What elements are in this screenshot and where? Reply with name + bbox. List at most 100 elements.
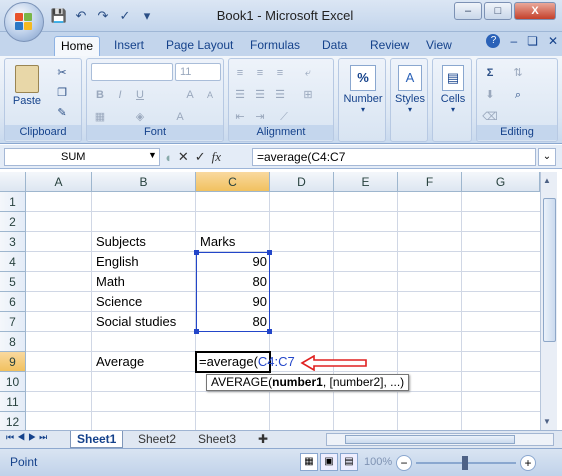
scroll-thumb[interactable] bbox=[543, 198, 556, 342]
cell-b4[interactable]: English bbox=[96, 252, 139, 272]
page-break-view-icon[interactable]: ▤ bbox=[340, 453, 358, 471]
insert-function-icon[interactable]: fx bbox=[212, 149, 221, 165]
row-header-6[interactable]: 6 bbox=[0, 292, 26, 312]
tab-view[interactable]: View bbox=[420, 36, 458, 56]
row-header-3[interactable]: 3 bbox=[0, 232, 26, 252]
row-header-5[interactable]: 5 bbox=[0, 272, 26, 292]
range-handle[interactable] bbox=[194, 250, 199, 255]
spelling-icon[interactable]: ✓ bbox=[116, 7, 134, 25]
cut-icon[interactable]: ✂ bbox=[53, 63, 71, 81]
merge-center-icon[interactable]: ⊞ bbox=[299, 85, 317, 103]
range-handle[interactable] bbox=[194, 329, 199, 334]
sheet-tab-3[interactable]: Sheet3 bbox=[192, 431, 242, 448]
normal-view-icon[interactable]: ▦ bbox=[300, 453, 318, 471]
align-bottom-icon[interactable]: ≡ bbox=[271, 63, 289, 81]
tab-review[interactable]: Review bbox=[364, 36, 415, 56]
clear-icon[interactable]: ⌫ bbox=[481, 107, 499, 125]
minimize-button[interactable]: – bbox=[454, 2, 482, 20]
row-header-1[interactable]: 1 bbox=[0, 192, 26, 212]
redo-icon[interactable]: ↷ bbox=[94, 7, 112, 25]
range-handle[interactable] bbox=[267, 250, 272, 255]
ribbon-close-icon[interactable]: ✕ bbox=[548, 34, 558, 48]
office-button[interactable] bbox=[4, 2, 44, 42]
shrink-font-icon[interactable]: A bbox=[201, 85, 219, 103]
cell-c9-editor[interactable]: =average(C4:C7 bbox=[199, 352, 295, 372]
col-header-f[interactable]: F bbox=[398, 172, 462, 192]
row-header-2[interactable]: 2 bbox=[0, 212, 26, 232]
cell-b6[interactable]: Science bbox=[96, 292, 142, 312]
tab-home[interactable]: Home bbox=[54, 36, 101, 56]
fill-color-icon[interactable]: ◈ bbox=[131, 107, 149, 125]
font-size-select[interactable]: 11 bbox=[175, 63, 221, 81]
increase-indent-icon[interactable]: ⇥ bbox=[251, 107, 269, 125]
ribbon-minimize-icon[interactable]: – bbox=[510, 34, 517, 48]
vertical-scrollbar[interactable]: ▲ ▼ bbox=[540, 172, 557, 430]
worksheet-grid[interactable]: A B C D E F G 1 2 3 4 5 6 7 8 9 10 11 12… bbox=[0, 172, 540, 430]
align-left-icon[interactable]: ☰ bbox=[231, 85, 249, 103]
sheet-tab-2[interactable]: Sheet2 bbox=[132, 431, 182, 448]
enter-icon[interactable]: ✓ bbox=[195, 149, 206, 165]
ribbon-restore-icon[interactable]: ❏ bbox=[527, 34, 538, 48]
bold-icon[interactable]: B bbox=[91, 85, 109, 103]
font-name-select[interactable] bbox=[91, 63, 173, 81]
underline-icon[interactable]: U bbox=[131, 85, 149, 103]
align-middle-icon[interactable]: ≡ bbox=[251, 63, 269, 81]
col-header-e[interactable]: E bbox=[334, 172, 398, 192]
formula-input[interactable]: =average(C4:C7 bbox=[252, 148, 536, 166]
customize-qat-icon[interactable]: ▾ bbox=[138, 7, 156, 25]
expand-formula-bar-icon[interactable]: ⌄ bbox=[538, 148, 556, 166]
col-header-g[interactable]: G bbox=[462, 172, 540, 192]
row-header-7[interactable]: 7 bbox=[0, 312, 26, 332]
col-header-b[interactable]: B bbox=[92, 172, 196, 192]
tab-data[interactable]: Data bbox=[316, 36, 353, 56]
cell-b7[interactable]: Social studies bbox=[96, 312, 176, 332]
sheet-tab-1[interactable]: Sheet1 bbox=[70, 431, 124, 448]
row-header-11[interactable]: 11 bbox=[0, 392, 26, 412]
font-color-icon[interactable]: A bbox=[171, 107, 189, 125]
borders-icon[interactable]: ▦ bbox=[91, 107, 109, 125]
tooltip-function[interactable]: AVERAGE( bbox=[211, 375, 272, 389]
tab-formulas[interactable]: Formulas bbox=[244, 36, 306, 56]
grow-font-icon[interactable]: A bbox=[181, 85, 199, 103]
wrap-text-icon[interactable]: ⤶ bbox=[299, 63, 317, 81]
row-header-12[interactable]: 12 bbox=[0, 412, 26, 430]
save-icon[interactable]: 💾 bbox=[50, 7, 68, 25]
sheet-nav-icons[interactable]: ⏮◀▶⏭ bbox=[6, 432, 50, 443]
horizontal-scrollbar[interactable] bbox=[326, 433, 554, 446]
undo-icon[interactable]: ↶ bbox=[72, 7, 90, 25]
scroll-down-icon[interactable]: ▼ bbox=[543, 417, 551, 426]
tab-insert[interactable]: Insert bbox=[108, 36, 150, 56]
copy-icon[interactable]: ❐ bbox=[53, 83, 71, 101]
cell-b9[interactable]: Average bbox=[96, 352, 144, 372]
row-header-9[interactable]: 9 bbox=[0, 352, 26, 372]
hscroll-thumb[interactable] bbox=[345, 435, 515, 444]
insert-sheet-icon[interactable]: ✚ bbox=[252, 431, 274, 448]
number-format-button[interactable]: % Number ▾ bbox=[343, 63, 383, 123]
format-painter-icon[interactable]: ✎ bbox=[53, 103, 71, 121]
row-header-8[interactable]: 8 bbox=[0, 332, 26, 352]
align-right-icon[interactable]: ☰ bbox=[271, 85, 289, 103]
styles-button[interactable]: A Styles ▾ bbox=[393, 63, 427, 123]
italic-icon[interactable]: I bbox=[111, 85, 129, 103]
name-box-dropdown-icon[interactable]: ▼ bbox=[148, 150, 157, 160]
cell-b3[interactable]: Subjects bbox=[96, 232, 146, 252]
align-center-icon[interactable]: ☰ bbox=[251, 85, 269, 103]
paste-button[interactable]: Paste bbox=[11, 63, 43, 117]
cancel-icon[interactable]: ✕ bbox=[178, 149, 189, 165]
page-layout-view-icon[interactable]: ▣ bbox=[320, 453, 338, 471]
range-handle[interactable] bbox=[267, 329, 272, 334]
decrease-indent-icon[interactable]: ⇤ bbox=[231, 107, 249, 125]
select-all-corner[interactable] bbox=[0, 172, 26, 192]
autosum-icon[interactable]: Σ bbox=[481, 63, 499, 81]
formula-bar-handle-icon[interactable]: ◖ bbox=[164, 150, 172, 165]
zoom-slider-thumb[interactable] bbox=[462, 456, 468, 470]
tab-page-layout[interactable]: Page Layout bbox=[160, 36, 239, 56]
row-header-10[interactable]: 10 bbox=[0, 372, 26, 392]
help-icon[interactable]: ? bbox=[486, 34, 501, 48]
row-header-4[interactable]: 4 bbox=[0, 252, 26, 272]
sort-filter-icon[interactable]: ⇅ bbox=[509, 63, 527, 81]
find-select-icon[interactable]: ⌕ bbox=[509, 85, 527, 103]
orientation-icon[interactable]: ⟋ bbox=[275, 107, 293, 125]
col-header-d[interactable]: D bbox=[270, 172, 334, 192]
cell-b5[interactable]: Math bbox=[96, 272, 125, 292]
